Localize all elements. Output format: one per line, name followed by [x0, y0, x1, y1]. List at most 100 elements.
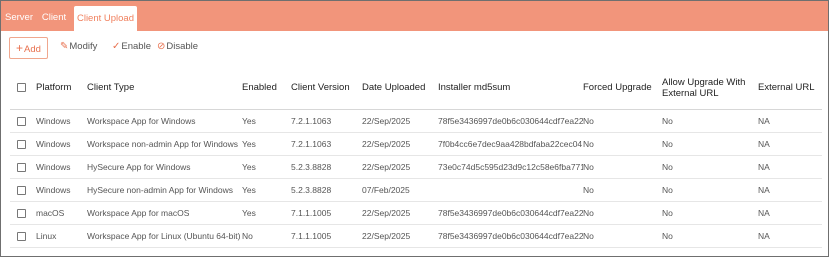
modify-button[interactable]: ✎Modify	[60, 37, 97, 57]
allow-upgrade-cell: No	[662, 178, 758, 202]
enabled-cell: Yes	[242, 132, 291, 156]
allow-upgrade-cell: No	[662, 109, 758, 133]
client-version-cell: 5.2.3.8828	[291, 155, 362, 179]
tab-client[interactable]: Client	[39, 1, 69, 31]
col-enabled[interactable]: Enabled	[242, 66, 291, 110]
table-row[interactable]: Windows HySecure non-admin App for Windo…	[10, 178, 822, 202]
date-uploaded-cell: 07/Feb/2025	[362, 178, 438, 202]
client-upload-table: Platform Client Type Enabled Client Vers…	[10, 66, 822, 248]
forced-upgrade-cell: No	[583, 178, 662, 202]
table-row[interactable]: macOS Workspace App for macOS Yes 7.1.1.…	[10, 201, 822, 225]
client-version-cell: 5.2.3.8828	[291, 178, 362, 202]
client-version-cell: 7.1.1.1005	[291, 201, 362, 225]
client-type-cell: HySecure non-admin App for Windows	[87, 178, 242, 202]
forced-upgrade-cell: No	[583, 155, 662, 179]
allow-upgrade-cell: No	[662, 155, 758, 179]
enabled-cell: Yes	[242, 178, 291, 202]
col-installer-md5sum[interactable]: Installer md5sum	[438, 66, 583, 110]
enabled-cell: Yes	[242, 201, 291, 225]
external-url-cell: NA	[758, 132, 822, 156]
external-url-cell: NA	[758, 201, 822, 225]
add-button[interactable]: +Add	[9, 37, 48, 59]
client-version-cell: 7.1.1.1005	[291, 224, 362, 248]
date-uploaded-cell: 22/Sep/2025	[362, 201, 438, 225]
date-uploaded-cell: 22/Sep/2025	[362, 132, 438, 156]
platform-cell: Windows	[36, 178, 87, 202]
disable-button[interactable]: ⊘Disable	[157, 37, 198, 57]
md5sum-cell	[438, 178, 583, 202]
row-checkbox[interactable]	[17, 232, 26, 242]
date-uploaded-cell: 22/Sep/2025	[362, 224, 438, 248]
forced-upgrade-cell: No	[583, 201, 662, 225]
row-select-cell	[10, 224, 36, 248]
external-url-cell: NA	[758, 224, 822, 248]
disable-label: Disable	[166, 41, 199, 52]
tab-client-upload[interactable]: Client Upload	[74, 6, 137, 31]
forced-upgrade-cell: No	[583, 132, 662, 156]
check-icon: ✓	[112, 41, 121, 52]
pencil-icon: ✎	[60, 41, 69, 52]
client-version-cell: 7.2.1.1063	[291, 109, 362, 133]
row-select-cell	[10, 155, 36, 179]
ban-icon: ⊘	[157, 41, 166, 52]
col-client-version[interactable]: Client Version	[291, 66, 362, 110]
forced-upgrade-cell: No	[583, 109, 662, 133]
enabled-cell: Yes	[242, 109, 291, 133]
tab-bar: Server Client Client Upload	[1, 1, 828, 31]
external-url-cell: NA	[758, 155, 822, 179]
client-type-cell: Workspace App for Linux (Ubuntu 64-bit)	[87, 224, 242, 248]
client-version-cell: 7.2.1.1063	[291, 132, 362, 156]
md5sum-cell: 7f0b4cc6e7dec9aa428bdfaba22cec04	[438, 132, 583, 156]
enable-label: Enable	[121, 41, 151, 52]
platform-cell: Linux	[36, 224, 87, 248]
allow-upgrade-cell: No	[662, 224, 758, 248]
select-all-cell	[10, 66, 36, 110]
select-all-checkbox[interactable]	[17, 82, 26, 92]
row-select-cell	[10, 178, 36, 202]
row-select-cell	[10, 109, 36, 133]
row-select-cell	[10, 201, 36, 225]
date-uploaded-cell: 22/Sep/2025	[362, 109, 438, 133]
col-external-url[interactable]: External URL	[758, 66, 822, 110]
client-upload-panel: Server Client Client Upload +Add ✎Modify…	[0, 0, 829, 257]
modify-label: Modify	[69, 41, 98, 52]
col-forced-upgrade[interactable]: Forced Upgrade	[583, 66, 662, 110]
client-type-cell: Workspace App for Windows	[87, 109, 242, 133]
external-url-cell: NA	[758, 178, 822, 202]
row-checkbox[interactable]	[17, 117, 26, 127]
col-platform[interactable]: Platform	[36, 66, 87, 110]
table-row[interactable]: Windows Workspace App for Windows Yes 7.…	[10, 109, 822, 133]
forced-upgrade-cell: No	[583, 224, 662, 248]
col-date-uploaded[interactable]: Date Uploaded	[362, 66, 438, 110]
platform-cell: Windows	[36, 109, 87, 133]
md5sum-cell: 78f5e3436997de0b6c030644cdf7ea22	[438, 109, 583, 133]
toolbar: +Add ✎Modify ✓Enable ⊘Disable	[1, 35, 828, 61]
external-url-cell: NA	[758, 109, 822, 133]
client-type-cell: HySecure App for Windows	[87, 155, 242, 179]
col-allow-upgrade[interactable]: Allow Upgrade With External URL	[662, 66, 758, 110]
row-checkbox[interactable]	[17, 209, 26, 219]
platform-cell: Windows	[36, 155, 87, 179]
platform-cell: macOS	[36, 201, 87, 225]
row-select-cell	[10, 132, 36, 156]
add-label: Add	[24, 44, 41, 55]
row-checkbox[interactable]	[17, 186, 26, 196]
md5sum-cell: 78f5e3436997de0b6c030644cdf7ea22	[438, 201, 583, 225]
client-type-cell: Workspace App for macOS	[87, 201, 242, 225]
enable-button[interactable]: ✓Enable	[112, 37, 151, 57]
enabled-cell: Yes	[242, 155, 291, 179]
md5sum-cell: 78f5e3436997de0b6c030644cdf7ea22	[438, 224, 583, 248]
table-row[interactable]: Linux Workspace App for Linux (Ubuntu 64…	[10, 224, 822, 248]
plus-icon: +	[16, 41, 24, 55]
tab-server[interactable]: Server	[5, 1, 33, 31]
row-checkbox[interactable]	[17, 163, 26, 173]
client-type-cell: Workspace non-admin App for Windows	[87, 132, 242, 156]
table-row[interactable]: Windows Workspace non-admin App for Wind…	[10, 132, 822, 156]
col-client-type[interactable]: Client Type	[87, 66, 242, 110]
row-checkbox[interactable]	[17, 140, 26, 150]
enabled-cell: No	[242, 224, 291, 248]
md5sum-cell: 73e0c74d5c595d23d9c12c58e6fba771	[438, 155, 583, 179]
allow-upgrade-cell: No	[662, 132, 758, 156]
table-row[interactable]: Windows HySecure App for Windows Yes 5.2…	[10, 155, 822, 179]
date-uploaded-cell: 22/Sep/2025	[362, 155, 438, 179]
